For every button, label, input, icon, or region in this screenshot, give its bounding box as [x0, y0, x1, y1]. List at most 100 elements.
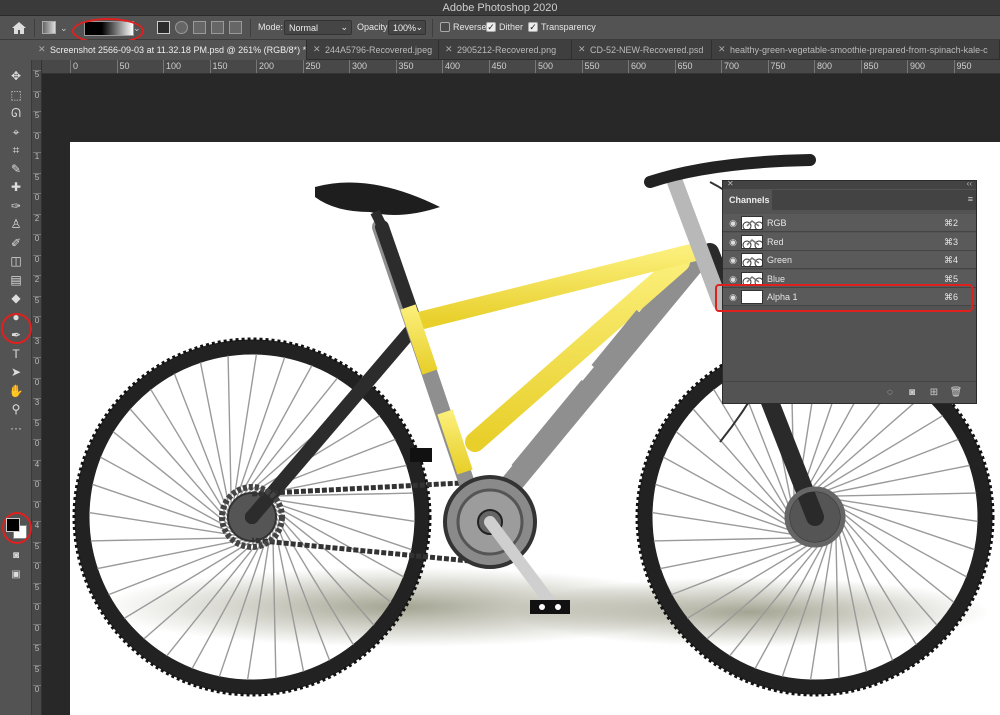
tab-document-2[interactable]: ✕ 244A5796-Recovered.jpeg [307, 40, 439, 60]
ruler-tick-label: 0 [33, 254, 41, 264]
ruler-tick-label: 0 [33, 480, 41, 489]
trash-icon[interactable]: 🗑 [949, 386, 963, 400]
load-selection-icon[interactable]: ◌ [883, 386, 897, 400]
eyedropper-icon[interactable]: ✎ [7, 161, 25, 178]
tab-document-3[interactable]: ✕ 2905212-Recovered.png [439, 40, 572, 60]
channel-name: RGB [767, 218, 787, 228]
visibility-eye-icon[interactable]: ◉ [727, 273, 739, 285]
spoke [150, 388, 229, 518]
channel-row-red[interactable]: ◉ Red ⌘3 [723, 232, 976, 251]
brush-icon[interactable]: ✑ [7, 198, 25, 215]
foreground-color-swatch[interactable] [6, 518, 20, 532]
close-icon[interactable]: ✕ [313, 44, 321, 55]
visibility-eye-icon[interactable]: ◉ [727, 254, 739, 266]
ruler-tick-label: 750 [767, 60, 786, 73]
mode-value: Normal [289, 23, 319, 33]
tab-document-1[interactable]: ✕ Screenshot 2566-09-03 at 11.32.18 PM.ps… [32, 40, 307, 60]
linear-gradient-button[interactable] [157, 21, 170, 34]
screen-mode-icon[interactable]: ▣ [7, 566, 25, 583]
close-icon[interactable]: ✕ [445, 44, 453, 55]
tab-document-5[interactable]: ✕ healthy-green-vegetable-smoothie-prepar… [712, 40, 1000, 60]
home-icon[interactable] [10, 20, 28, 36]
close-icon[interactable]: ✕ [38, 44, 46, 55]
visibility-eye-icon[interactable]: ◉ [727, 236, 739, 248]
type-icon[interactable]: T [7, 346, 25, 363]
marquee-icon[interactable]: ⬚ [7, 87, 25, 104]
close-icon[interactable]: ✕ [718, 44, 726, 55]
ruler-tick-label: 5 [33, 70, 41, 79]
channel-row-rgb[interactable]: ◉ RGB ⌘2 [723, 214, 976, 232]
angle-gradient-button[interactable] [193, 21, 206, 34]
close-icon[interactable]: ✕ [578, 44, 586, 55]
tab-channels[interactable]: Channels [723, 190, 773, 210]
clone-stamp-icon[interactable]: ♙ [7, 216, 25, 233]
spoke [251, 415, 381, 494]
spoke [199, 362, 231, 509]
ruler-tick-label: 0 [33, 685, 41, 694]
zoom-icon[interactable]: ⚲ [7, 401, 25, 418]
horizontal-ruler: 0 50 100 150 200 250 300 350 400 450 500 550 600 650 7… [42, 60, 1000, 74]
move-icon[interactable]: ✥ [7, 68, 25, 85]
ruler-tick-label: 950 [953, 60, 972, 73]
tab-document-4[interactable]: ✕ CD-52-NEW-Recovered.psd [572, 40, 712, 60]
vertical-ruler: 5 0 5 0 1 5 0 2 0 0 2 5 0 3 0 0 3 5 0 4 0 0 4 5 0 5 0 0 5 5 0 [32, 60, 42, 715]
collapse-icon[interactable]: ‹‹ [967, 179, 972, 188]
dither-checkbox[interactable]: ✓ [486, 22, 496, 32]
opacity-field[interactable]: 100% ⌄ [388, 20, 426, 35]
quick-mask-icon[interactable]: ◙ [7, 547, 25, 564]
panel-menu-icon[interactable]: ≡ [968, 194, 973, 204]
history-brush-icon[interactable]: ✐ [7, 235, 25, 252]
ruler-tick-label: 1 [33, 152, 41, 161]
spoke [818, 438, 959, 495]
new-channel-icon[interactable]: ⊞ [927, 386, 941, 400]
ruler-tick-label: 2 [33, 213, 41, 223]
opacity-value: 100% [393, 23, 417, 33]
ruler-tick-label: 0 [33, 316, 41, 325]
transparency-checkbox[interactable]: ✓ [528, 22, 538, 32]
spoke [814, 415, 944, 494]
ruler-tick-label: 5 [33, 111, 41, 120]
save-selection-icon[interactable]: ◙ [905, 386, 919, 400]
chevron-down-icon[interactable]: ⌄ [60, 23, 68, 34]
quick-select-icon[interactable]: ⌖ [7, 124, 25, 141]
channel-shortcut: ⌘4 [943, 255, 958, 265]
blur-icon[interactable]: ◆ [7, 290, 25, 307]
chevron-down-icon: ⌄ [340, 22, 348, 32]
ruler-tick-label: 2 [33, 275, 41, 284]
tab-label: healthy-green-vegetable-smoothie-prepare… [730, 45, 988, 55]
eraser-icon[interactable]: ◫ [7, 253, 25, 270]
diamond-gradient-button[interactable] [229, 21, 242, 34]
highlight-box [715, 284, 973, 312]
spoke [651, 511, 800, 537]
gradient-icon[interactable]: ▤ [7, 272, 25, 289]
crop-icon[interactable]: ⌗ [7, 142, 25, 159]
separator [34, 19, 35, 37]
channel-shortcut: ⌘3 [943, 236, 958, 247]
ruler-tick-label: 3 [33, 336, 41, 346]
panel-header: ✕ ‹‹ [723, 179, 976, 189]
hand-icon[interactable]: ✋ [7, 383, 25, 400]
ruler-tick-label: 5 [33, 541, 41, 551]
ruler-tick-label: 400 [442, 60, 460, 73]
lasso-icon[interactable]: ᘏ [7, 105, 25, 122]
spoke [227, 355, 232, 506]
radial-gradient-button[interactable] [175, 21, 188, 34]
spoke [173, 373, 230, 514]
channel-row-green[interactable]: ◉ Green ⌘4 [723, 251, 976, 269]
mode-select[interactable]: Normal ⌄ [284, 20, 352, 35]
more-icon[interactable]: ··· [7, 420, 25, 437]
ruler-tick-label: 700 [721, 60, 739, 73]
opacity-label: Opacity: [357, 22, 391, 32]
path-select-icon[interactable]: ➤ [7, 364, 25, 381]
toolbar-header [0, 40, 32, 60]
ruler-tick-label: 500 [535, 60, 553, 73]
ruler-tick-label: 0 [33, 193, 41, 202]
visibility-eye-icon[interactable]: ◉ [727, 217, 739, 229]
spoke [660, 538, 807, 570]
close-icon[interactable]: ✕ [727, 179, 734, 188]
gradient-tool-preset-icon[interactable] [42, 21, 56, 34]
reverse-checkbox[interactable] [440, 22, 450, 32]
channel-name: Red [767, 236, 784, 247]
reflected-gradient-button[interactable] [211, 21, 224, 34]
healing-icon[interactable]: ✚ [7, 179, 25, 196]
